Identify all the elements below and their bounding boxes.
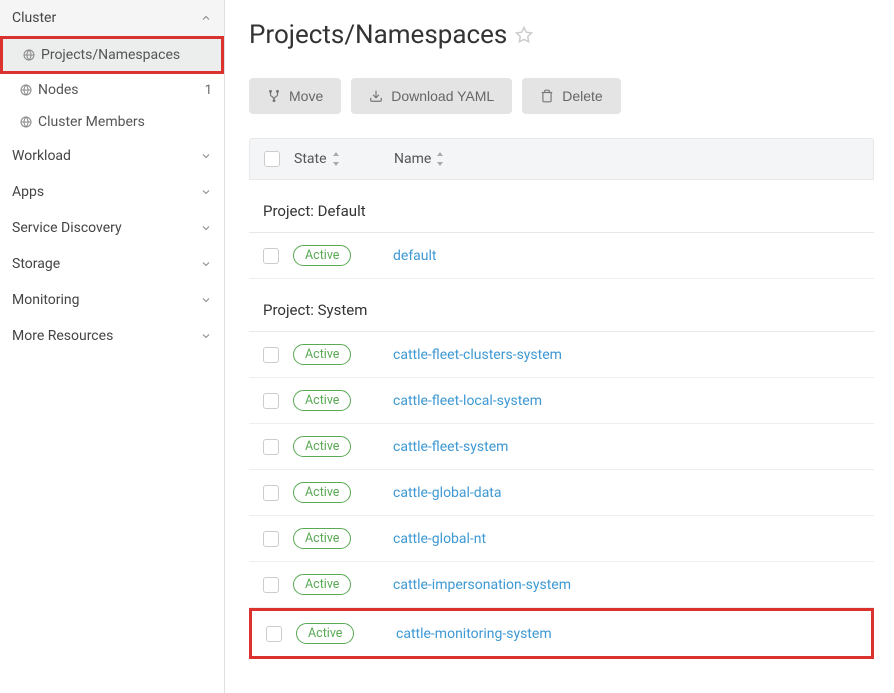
nav-item-nodes[interactable]: Nodes 1 [0, 74, 224, 106]
nav-item-label: Nodes [38, 82, 79, 98]
status-badge: Active [293, 436, 351, 457]
namespace-link[interactable]: cattle-monitoring-system [396, 626, 552, 642]
sidebar: Cluster Projects/Namespaces Nodes 1 Clus… [0, 0, 225, 693]
row-checkbox[interactable] [263, 347, 279, 363]
nav-section-label: Monitoring [12, 292, 80, 308]
row-checkbox[interactable] [266, 626, 282, 642]
column-header-name[interactable]: Name [394, 151, 859, 167]
nav-section-label: Service Discovery [12, 220, 122, 236]
download-icon [369, 89, 383, 103]
nav-section-cluster[interactable]: Cluster [0, 0, 224, 36]
page-title: Projects/Namespaces [249, 20, 507, 50]
table-row: Active cattle-fleet-clusters-system [249, 332, 874, 378]
chevron-down-icon [200, 330, 212, 342]
table-row: Active cattle-fleet-local-system [249, 378, 874, 424]
project-group-system: Project: System Active cattle-fleet-clus… [249, 289, 874, 659]
status-badge: Active [293, 528, 351, 549]
row-checkbox[interactable] [263, 393, 279, 409]
globe-icon [23, 49, 35, 61]
nav-section-label: Workload [12, 148, 71, 164]
nav-item-badge: 1 [205, 83, 212, 98]
nav-item-label: Projects/Namespaces [41, 47, 180, 63]
project-name: System [318, 301, 368, 319]
project-label: Project: [263, 202, 314, 220]
globe-icon [20, 84, 32, 96]
sort-icon [331, 152, 341, 166]
select-all-checkbox[interactable] [264, 151, 280, 167]
nav-section-monitoring[interactable]: Monitoring [0, 282, 224, 318]
status-badge: Active [296, 623, 354, 644]
nav-item-cluster-members[interactable]: Cluster Members [0, 106, 224, 138]
nav-section-workload[interactable]: Workload [0, 138, 224, 174]
project-header: Project: System [249, 289, 874, 332]
nav-section-label: Apps [12, 184, 44, 200]
nav-section-apps[interactable]: Apps [0, 174, 224, 210]
action-bar: Move Download YAML Delete [249, 78, 874, 114]
status-badge: Active [293, 482, 351, 503]
nav-item-label: Cluster Members [38, 114, 145, 130]
nav-section-more-resources[interactable]: More Resources [0, 318, 224, 354]
namespace-link[interactable]: cattle-impersonation-system [393, 577, 571, 593]
page-header: Projects/Namespaces [249, 20, 874, 50]
globe-icon [20, 116, 32, 128]
column-label: State [294, 151, 327, 167]
table-row: Active cattle-global-data [249, 470, 874, 516]
namespace-link[interactable]: cattle-global-nt [393, 531, 486, 547]
nav-section-label: Cluster [12, 10, 56, 26]
namespace-link[interactable]: cattle-fleet-local-system [393, 393, 542, 409]
project-header: Project: Default [249, 190, 874, 233]
nav-section-label: More Resources [12, 328, 113, 344]
status-badge: Active [293, 390, 351, 411]
table-header: State Name [249, 138, 874, 180]
delete-button[interactable]: Delete [522, 78, 620, 114]
namespace-link[interactable]: cattle-fleet-clusters-system [393, 347, 562, 363]
status-badge: Active [293, 344, 351, 365]
row-checkbox[interactable] [263, 485, 279, 501]
column-label: Name [394, 151, 431, 167]
chevron-down-icon [200, 186, 212, 198]
fork-icon [267, 89, 281, 103]
table-row: Active cattle-impersonation-system [249, 562, 874, 608]
chevron-down-icon [200, 222, 212, 234]
nav-section-storage[interactable]: Storage [0, 246, 224, 282]
table-row: Active default [249, 233, 874, 279]
row-checkbox[interactable] [263, 248, 279, 264]
row-checkbox[interactable] [263, 531, 279, 547]
main-content: Projects/Namespaces Move Download YAML D… [225, 0, 894, 693]
chevron-down-icon [200, 258, 212, 270]
move-button[interactable]: Move [249, 78, 341, 114]
table-row: Active cattle-fleet-system [249, 424, 874, 470]
button-label: Delete [562, 88, 602, 104]
nav-section-label: Storage [12, 256, 60, 272]
chevron-down-icon [200, 294, 212, 306]
trash-icon [540, 89, 554, 103]
namespace-link[interactable]: default [393, 248, 437, 264]
status-badge: Active [293, 574, 351, 595]
column-header-state[interactable]: State [294, 151, 394, 167]
chevron-up-icon [200, 12, 212, 24]
sort-icon [435, 152, 445, 166]
project-label: Project: [263, 301, 314, 319]
chevron-down-icon [200, 150, 212, 162]
star-icon[interactable] [515, 26, 533, 44]
row-checkbox[interactable] [263, 577, 279, 593]
nav-item-projects-namespaces[interactable]: Projects/Namespaces [0, 36, 224, 74]
row-checkbox[interactable] [263, 439, 279, 455]
project-group-default: Project: Default Active default [249, 190, 874, 279]
table-row: Active cattle-global-nt [249, 516, 874, 562]
button-label: Download YAML [391, 88, 494, 104]
namespace-link[interactable]: cattle-global-data [393, 485, 502, 501]
table-row: Active cattle-monitoring-system [249, 608, 874, 659]
nav-section-service-discovery[interactable]: Service Discovery [0, 210, 224, 246]
download-yaml-button[interactable]: Download YAML [351, 78, 512, 114]
status-badge: Active [293, 245, 351, 266]
project-name: Default [318, 202, 366, 220]
button-label: Move [289, 88, 323, 104]
namespace-link[interactable]: cattle-fleet-system [393, 439, 508, 455]
